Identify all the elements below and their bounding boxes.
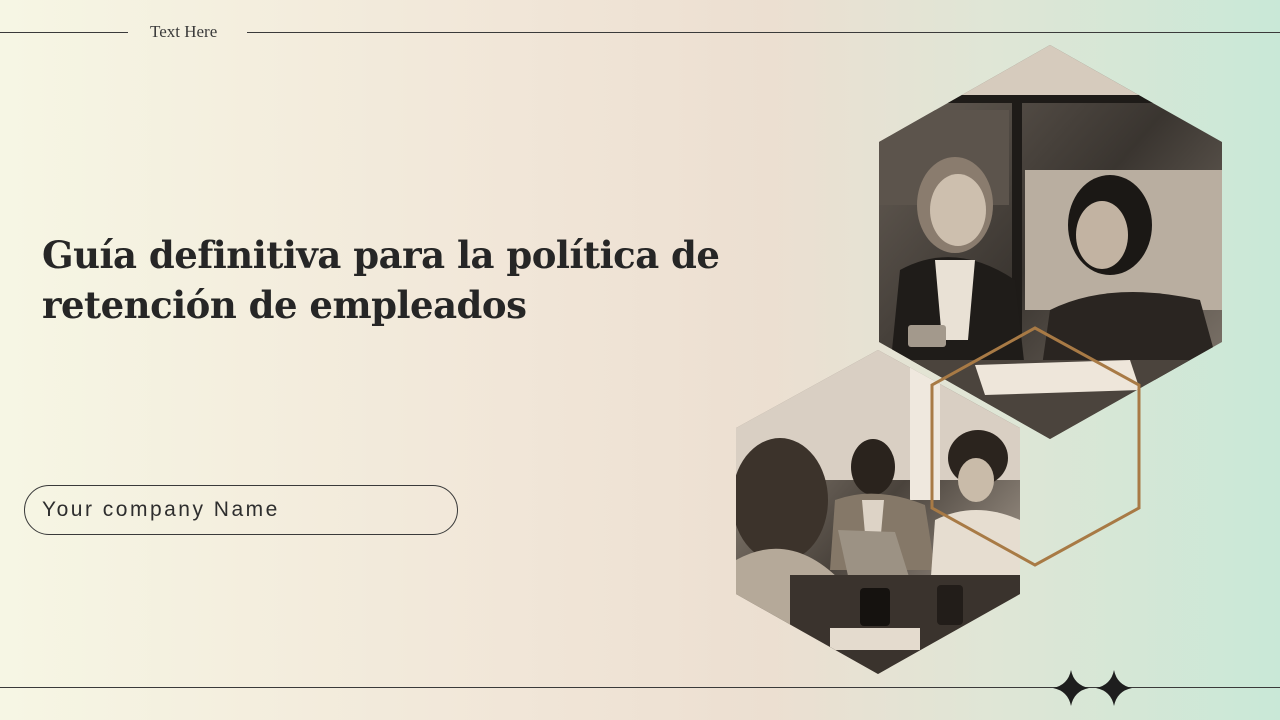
photo-hexagon-bottom: [736, 350, 1020, 674]
decorative-graphics: [736, 45, 1222, 706]
four-point-star-icon: [1053, 670, 1089, 706]
four-point-star-icon: [1096, 670, 1132, 706]
